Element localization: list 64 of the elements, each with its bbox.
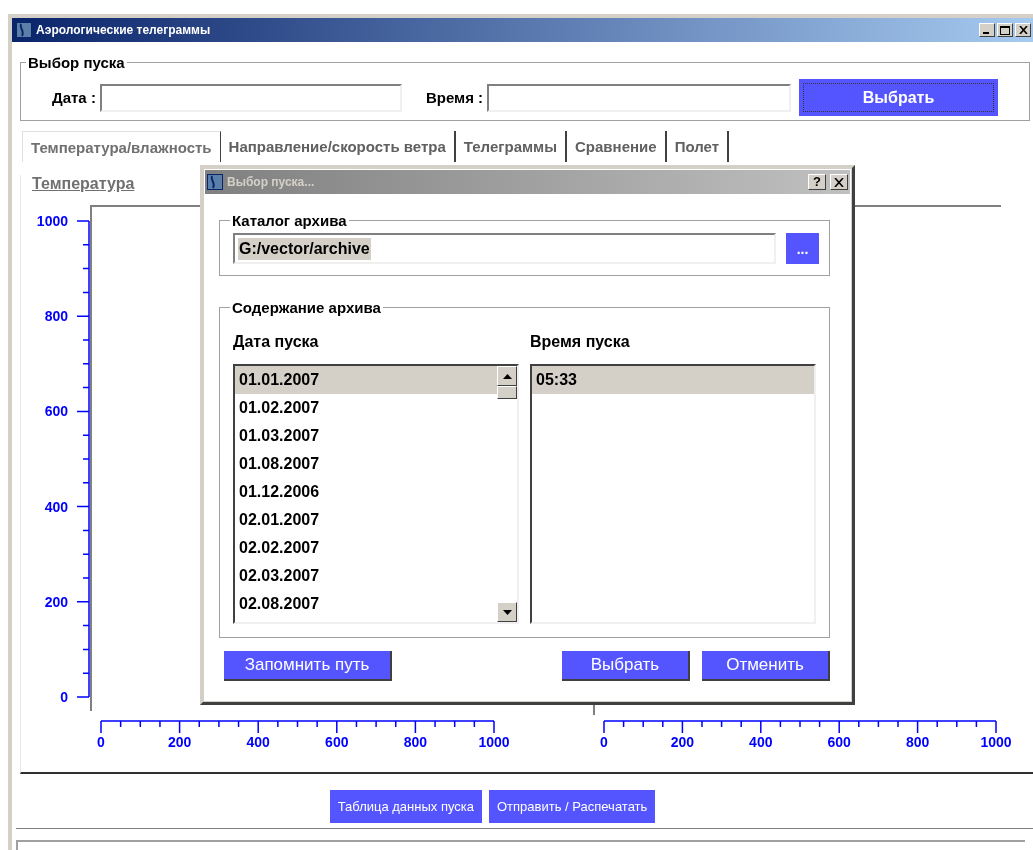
list-item[interactable]: 02.03.2007 bbox=[235, 562, 497, 590]
dialog-title: Выбор пуска... bbox=[227, 175, 316, 189]
axis-label: 800 bbox=[905, 734, 930, 750]
time-field[interactable] bbox=[487, 83, 792, 112]
close-button[interactable] bbox=[1015, 23, 1031, 37]
axis-label: 0 bbox=[97, 734, 105, 750]
help-button[interactable]: ? bbox=[808, 174, 826, 190]
action-button[interactable]: Таблица данных пуска bbox=[329, 790, 482, 823]
axis-label: 400 bbox=[749, 734, 773, 750]
maximize-icon bbox=[1000, 25, 1010, 35]
browse-button[interactable]: ... bbox=[786, 233, 819, 264]
scroll-down-button[interactable] bbox=[497, 602, 517, 622]
window-title: Аэрологические телеграммы bbox=[36, 23, 212, 37]
chart-title: Температура bbox=[32, 175, 135, 194]
axis-label: 600 bbox=[827, 734, 851, 750]
list-item[interactable]: 01.01.2007 bbox=[235, 366, 497, 394]
tab[interactable]: Температура/влажность bbox=[22, 131, 221, 162]
list-item[interactable]: 01.03.2007 bbox=[235, 422, 497, 450]
axis-label: 1000 bbox=[478, 734, 510, 750]
axis-label: 800 bbox=[44, 308, 68, 325]
list-item[interactable]: 01.02.2007 bbox=[235, 394, 497, 422]
group-title: Содержание архива bbox=[231, 299, 382, 316]
axis-label: 600 bbox=[44, 403, 68, 420]
list-item[interactable]: 02.08.2007 bbox=[235, 590, 497, 618]
up-arrow-icon bbox=[502, 373, 512, 379]
maximize-button[interactable] bbox=[997, 23, 1013, 37]
axis-label: 0 bbox=[600, 734, 608, 750]
path-field[interactable]: G:/vector/archive bbox=[233, 233, 776, 264]
close-icon bbox=[1018, 26, 1028, 34]
axis-label: 0 bbox=[60, 689, 68, 705]
scroll-up-button[interactable] bbox=[497, 366, 517, 386]
list-item[interactable]: 02.02.2007 bbox=[235, 534, 497, 562]
close-icon bbox=[834, 177, 844, 187]
field-label: Время : bbox=[425, 89, 484, 106]
dialog-button[interactable]: Запомнить путь bbox=[224, 651, 392, 681]
list-label: Дата пуска bbox=[233, 333, 319, 352]
date-field[interactable] bbox=[99, 83, 402, 112]
minimize-button[interactable] bbox=[979, 23, 995, 37]
app-icon bbox=[207, 174, 223, 190]
axis-label: 200 bbox=[44, 593, 68, 610]
axis-label: 1000 bbox=[36, 213, 68, 229]
close-button[interactable] bbox=[830, 174, 848, 190]
axis-label: 800 bbox=[403, 734, 428, 750]
list-label: Время пуска bbox=[530, 333, 630, 352]
list-item[interactable]: 01.08.2007 bbox=[235, 450, 497, 478]
axis-label: 400 bbox=[44, 498, 68, 515]
list-item[interactable]: 05:33 bbox=[532, 366, 814, 394]
select-button[interactable]: Выбрать bbox=[799, 79, 999, 116]
list-item[interactable]: 01.12.2006 bbox=[235, 478, 497, 506]
down-arrow-icon bbox=[502, 609, 512, 615]
axis-label: 600 bbox=[325, 734, 349, 750]
list-item[interactable]: 02.01.2007 bbox=[235, 506, 497, 534]
axis-label: 200 bbox=[670, 734, 695, 750]
field-label: Дата : bbox=[52, 89, 96, 106]
axis-label: 400 bbox=[246, 734, 270, 750]
group-title: Каталог архива bbox=[231, 212, 348, 229]
axis-label: 1000 bbox=[980, 734, 1012, 750]
app-icon bbox=[16, 22, 32, 38]
axis-label: 200 bbox=[167, 734, 192, 750]
action-button[interactable]: Отправить / Распечатать bbox=[489, 790, 656, 823]
dialog-button[interactable]: Отменить bbox=[702, 651, 830, 681]
scrollbar-thumb[interactable] bbox=[497, 386, 517, 399]
group-title: Выбор пуска bbox=[27, 54, 126, 71]
dialog-button[interactable]: Выбрать bbox=[562, 651, 690, 681]
